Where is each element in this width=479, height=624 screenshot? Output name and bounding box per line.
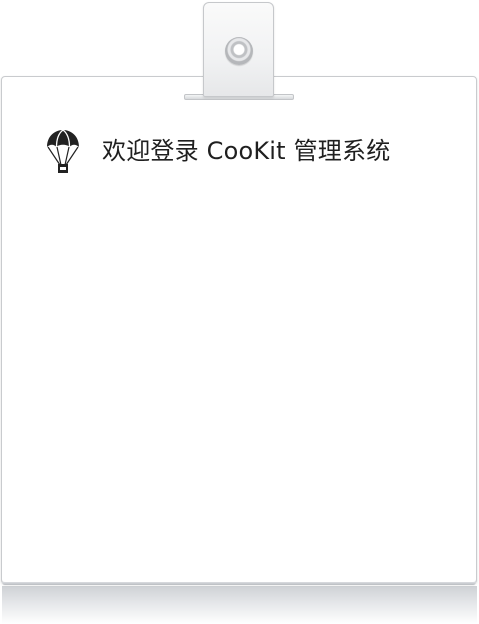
login-header: 欢迎登录 CooKit 管理系统 xyxy=(44,126,390,176)
login-page: 欢迎登录 CooKit 管理系统 xyxy=(0,0,479,624)
card-clip xyxy=(203,2,274,97)
parachute-icon xyxy=(47,129,79,173)
card-reflection xyxy=(2,586,477,624)
card-bottom-edge xyxy=(2,582,476,585)
page-title: 欢迎登录 CooKit 管理系统 xyxy=(102,137,391,165)
clip-ring-icon xyxy=(225,37,253,65)
